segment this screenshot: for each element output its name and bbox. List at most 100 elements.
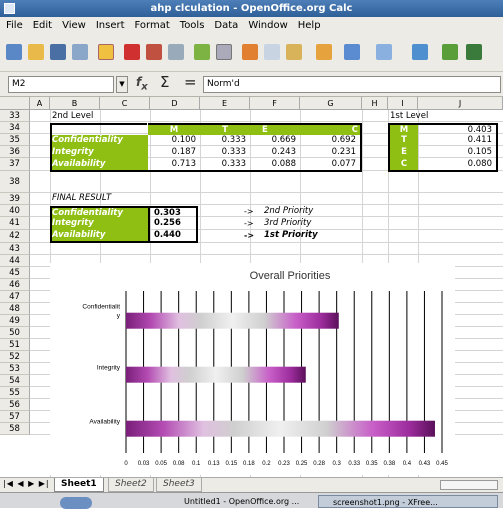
tab-sheet2[interactable]: Sheet2 [108, 478, 154, 492]
matrix-header-e[interactable]: E [250, 123, 300, 135]
first-level-label[interactable]: T [388, 135, 418, 147]
function-icon[interactable]: = [184, 73, 197, 91]
column-header[interactable]: J [418, 97, 503, 110]
chevron-down-icon[interactable]: ▼ [116, 76, 128, 93]
row-header[interactable]: 50 [0, 327, 30, 339]
name-box[interactable]: M2 [8, 76, 114, 93]
row-header[interactable]: 35 [0, 134, 30, 146]
autospellcheck-icon[interactable] [216, 44, 232, 60]
sort-descending-icon[interactable] [466, 44, 482, 60]
print-icon[interactable] [146, 44, 162, 60]
new-document-icon[interactable] [6, 44, 22, 60]
final-row-label[interactable]: Availability [50, 230, 148, 243]
first-level-value[interactable]: 0.105 [418, 147, 498, 159]
matrix-cell[interactable]: 0.669 [250, 135, 300, 147]
column-header[interactable]: A [30, 97, 50, 110]
menu-view[interactable]: View [62, 20, 86, 31]
first-level-value[interactable]: 0.411 [418, 135, 498, 147]
row-header[interactable]: 40 [0, 205, 30, 217]
row-header[interactable]: 43 [0, 243, 30, 255]
matrix-header-c[interactable]: C [300, 123, 362, 135]
cut-icon[interactable] [242, 44, 258, 60]
clone-formatting-icon[interactable] [316, 44, 332, 60]
redo-icon[interactable] [376, 44, 392, 60]
bar-availability[interactable] [126, 420, 435, 437]
horizontal-scrollbar[interactable] [440, 480, 498, 490]
priority-label[interactable]: 1st Priority [264, 230, 344, 242]
final-value[interactable]: 0.303 [148, 206, 198, 218]
final-row-label[interactable]: Integrity [50, 218, 148, 230]
bar-integrity[interactable] [126, 366, 306, 383]
copy-icon[interactable] [264, 44, 280, 60]
menu-help[interactable]: Help [298, 20, 321, 31]
matrix-corner[interactable] [50, 123, 147, 135]
taskbar-item[interactable]: screenshot1.png - XFree... [318, 495, 498, 508]
matrix-cell[interactable]: 0.231 [300, 147, 362, 159]
menu-file[interactable]: File [6, 20, 23, 31]
matrix-cell[interactable]: 0.077 [300, 159, 362, 172]
menu-edit[interactable]: Edit [33, 20, 52, 31]
row-header[interactable]: 41 [0, 217, 30, 230]
matrix-cell[interactable]: 0.333 [200, 135, 250, 147]
first-level-label[interactable]: M [388, 123, 418, 135]
column-header[interactable]: F [250, 97, 300, 110]
undo-icon[interactable] [344, 44, 360, 60]
row-header[interactable]: 57 [0, 411, 30, 423]
matrix-cell[interactable]: 0.713 [148, 159, 200, 172]
row-header[interactable]: 47 [0, 291, 30, 303]
email-icon[interactable] [72, 44, 88, 60]
row-header[interactable]: 38 [0, 171, 30, 193]
final-value[interactable]: 0.440 [148, 230, 198, 243]
final-value[interactable]: 0.256 [148, 218, 198, 230]
matrix-cell[interactable]: 0.333 [200, 147, 250, 159]
row-header[interactable]: 42 [0, 230, 30, 243]
edit-file-icon[interactable] [98, 44, 114, 60]
row-header[interactable]: 58 [0, 423, 30, 435]
first-level-label[interactable]: C [388, 159, 418, 172]
sum-icon[interactable]: Σ [160, 73, 169, 91]
column-header[interactable]: E [200, 97, 250, 110]
first-level-value[interactable]: 0.403 [418, 123, 498, 135]
column-header[interactable]: H [362, 97, 388, 110]
matrix-cell[interactable]: 0.187 [148, 147, 200, 159]
menu-window[interactable]: Window [248, 20, 287, 31]
menu-format[interactable]: Format [135, 20, 170, 31]
menu-data[interactable]: Data [214, 20, 238, 31]
column-header[interactable]: D [150, 97, 200, 110]
column-header[interactable]: I [388, 97, 418, 110]
tab-nav-icon[interactable]: |◀ ◀ ▶ ▶| [3, 479, 50, 488]
row-header[interactable]: 33 [0, 110, 30, 122]
matrix-header-m[interactable]: M [148, 123, 200, 135]
matrix-row-label[interactable]: Integrity [50, 147, 148, 159]
matrix-header-t[interactable]: T [200, 123, 250, 135]
first-level-label[interactable]: E [388, 147, 418, 159]
tab-sheet3[interactable]: Sheet3 [156, 478, 202, 492]
first-level-value[interactable]: 0.080 [418, 159, 498, 172]
row-header[interactable]: 52 [0, 351, 30, 363]
row-header[interactable]: 37 [0, 158, 30, 171]
row-header[interactable]: 36 [0, 146, 30, 158]
menu-tools[interactable]: Tools [180, 20, 205, 31]
row-header[interactable]: 53 [0, 363, 30, 375]
final-row-label[interactable]: Confidentiality [50, 206, 148, 218]
row-header[interactable]: 56 [0, 399, 30, 411]
matrix-cell[interactable]: 0.692 [300, 135, 362, 147]
column-header[interactable]: C [100, 97, 150, 110]
final-result-label[interactable]: FINAL RESULT [52, 193, 152, 205]
column-header[interactable]: G [300, 97, 362, 110]
row-header[interactable]: 55 [0, 387, 30, 399]
overall-priorities-chart[interactable]: Overall Priorities 0 0.03 0.05 0.08 0.1 0.13 0… [50, 263, 455, 475]
formula-input[interactable]: Norm'd [203, 76, 501, 93]
matrix-cell[interactable]: 0.100 [148, 135, 200, 147]
row-header[interactable]: 48 [0, 303, 30, 315]
select-all-corner[interactable] [0, 97, 30, 110]
function-wizard-icon[interactable]: fx [136, 75, 148, 92]
paste-icon[interactable] [286, 44, 302, 60]
row-header[interactable]: 45 [0, 267, 30, 279]
row-header[interactable]: 44 [0, 255, 30, 267]
row-header[interactable]: 39 [0, 193, 30, 205]
spellcheck-icon[interactable] [194, 44, 210, 60]
page-preview-icon[interactable] [168, 44, 184, 60]
row-header[interactable]: 34 [0, 122, 30, 134]
row-header[interactable]: 49 [0, 315, 30, 327]
